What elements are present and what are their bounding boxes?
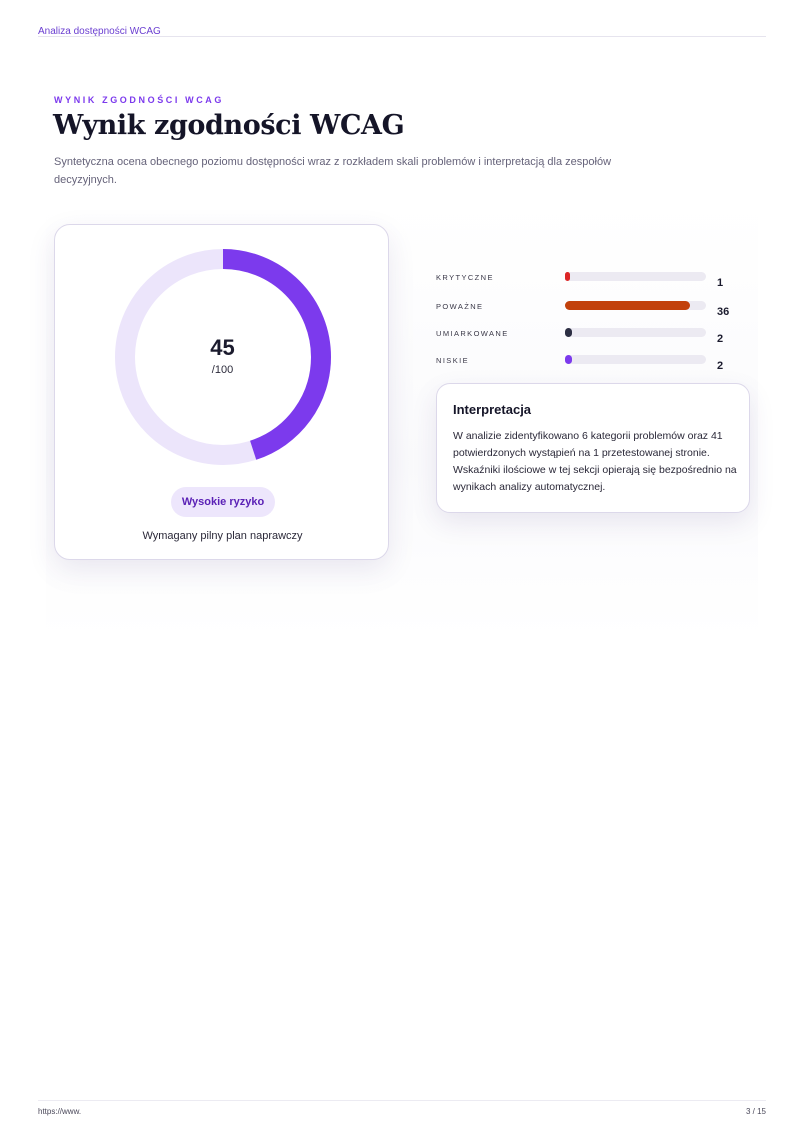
severity-track (565, 301, 706, 310)
severity-label: KRYTYCZNE (436, 273, 494, 282)
severity-count: 36 (717, 306, 730, 318)
report-page: Analiza dostępności WCAG WYNIK ZGODNOŚCI… (0, 0, 804, 1137)
interpretation-title: Interpretacja (453, 402, 532, 417)
page-title: Wynik zgodności WCAG (53, 110, 405, 141)
section-eyebrow: WYNIK ZGODNOŚCI WCAG (54, 95, 224, 105)
severity-count: 2 (717, 360, 724, 372)
severity-label: POWAŻNE (436, 302, 484, 311)
risk-note: Wymagany pilny plan naprawczy (142, 530, 303, 542)
severity-row-low: NISKIE 2 (436, 355, 736, 376)
running-header-title: Analiza dostępności WCAG (38, 26, 161, 37)
severity-track (565, 355, 706, 364)
score-max: /100 (211, 364, 234, 376)
severity-row-serious: POWAŻNE 36 (436, 301, 736, 322)
score-value: 45 (210, 335, 235, 360)
severity-fill (565, 272, 570, 281)
running-header: Analiza dostępności WCAG (38, 21, 766, 37)
footer-page-number: 3 / 15 (745, 1107, 766, 1116)
interpretation-card: Interpretacja W analizie zidentyfikowano… (436, 383, 750, 513)
severity-row-critical: KRYTYCZNE 1 (436, 272, 736, 293)
severity-track (565, 272, 706, 281)
severity-label: UMIARKOWANE (436, 329, 509, 338)
footer-url: https://www. (38, 1107, 82, 1116)
severity-count: 1 (717, 277, 724, 289)
severity-fill (565, 301, 690, 310)
severity-row-moderate: UMIARKOWANE 2 (436, 328, 736, 349)
severity-count: 2 (717, 333, 724, 345)
page-subtitle: Syntetyczna ocena obecnego poziomu dostę… (54, 156, 612, 186)
risk-badge: Wysokie ryzyko (171, 487, 275, 517)
interpretation-body: W analizie zidentyfikowano 6 kategorii p… (453, 430, 737, 493)
severity-label: NISKIE (436, 356, 469, 365)
running-footer: https://www. 3 / 15 (38, 1100, 766, 1118)
score-card: 45 /100 Wysokie ryzyko Wymagany pilny pl… (54, 224, 389, 560)
severity-track (565, 328, 706, 337)
severity-fill (565, 328, 572, 337)
severity-fill (565, 355, 572, 364)
